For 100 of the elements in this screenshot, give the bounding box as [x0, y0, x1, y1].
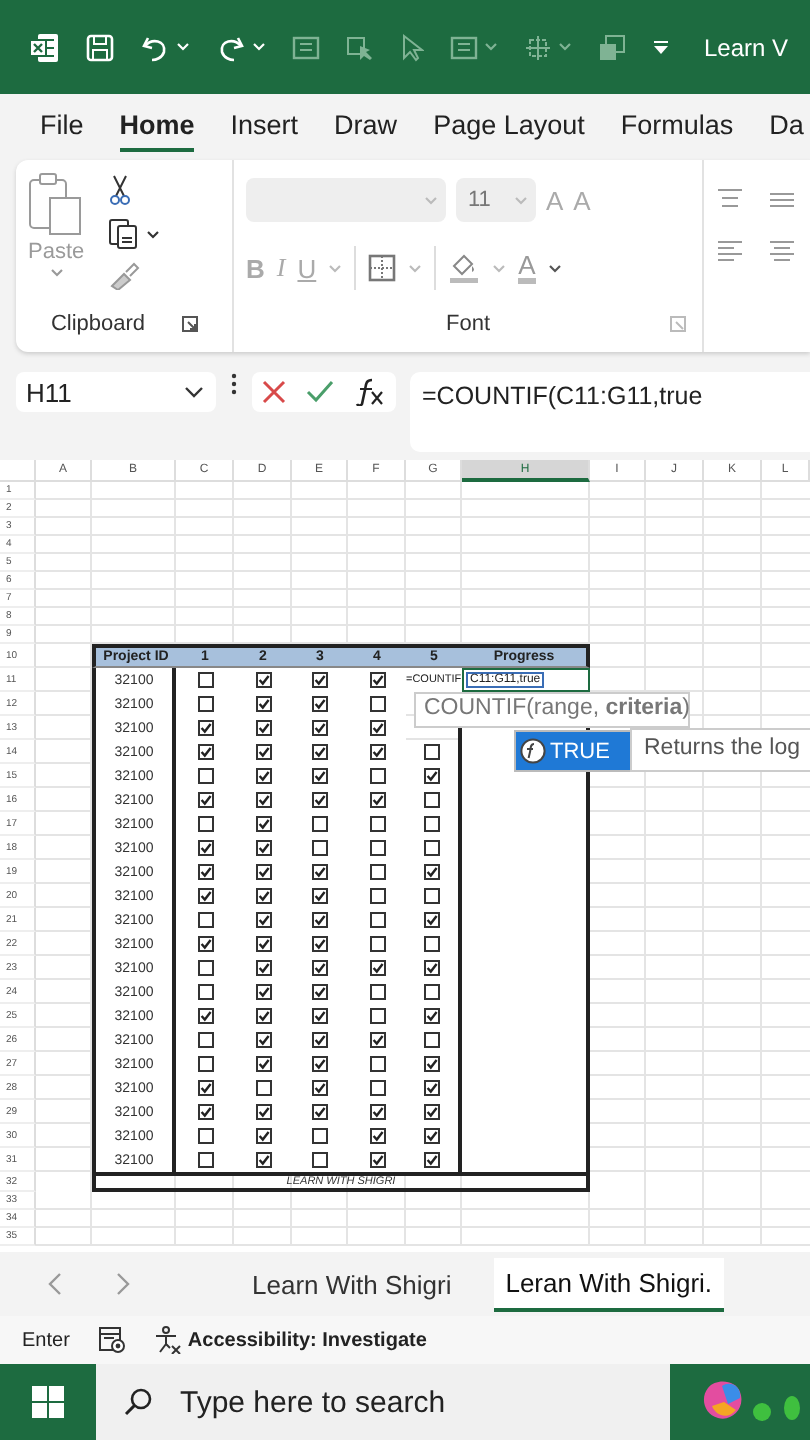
checkbox[interactable]	[312, 888, 328, 904]
checkbox[interactable]	[255, 696, 271, 712]
checkbox[interactable]	[424, 864, 440, 880]
checkbox[interactable]	[312, 984, 328, 1000]
checkbox[interactable]	[424, 912, 440, 928]
checkbox[interactable]	[369, 672, 385, 688]
checkbox[interactable]	[424, 1080, 440, 1096]
save-icon[interactable]	[86, 33, 114, 61]
enter-icon[interactable]	[306, 380, 334, 404]
checkbox[interactable]	[255, 1056, 271, 1072]
checkbox[interactable]	[312, 1128, 328, 1144]
checkbox[interactable]	[197, 1032, 213, 1048]
checkbox[interactable]	[369, 984, 385, 1000]
checkbox[interactable]	[369, 888, 385, 904]
colorful-app-icon[interactable]	[700, 1380, 800, 1424]
checkbox[interactable]	[312, 720, 328, 736]
checkbox[interactable]	[424, 1128, 440, 1144]
checkbox[interactable]	[197, 720, 213, 736]
search-field[interactable]: Type here to search	[96, 1364, 670, 1440]
checkbox[interactable]	[312, 936, 328, 952]
checkbox[interactable]	[197, 888, 213, 904]
cancel-icon[interactable]	[262, 380, 286, 404]
ribbon-tab[interactable]: Page Layout	[433, 102, 585, 152]
ribbon-tab[interactable]: Da	[769, 102, 804, 152]
ribbon-tab[interactable]: File	[40, 102, 84, 152]
checkbox[interactable]	[255, 960, 271, 976]
ribbon-tab[interactable]: Insert	[230, 102, 299, 152]
insert-function-icon[interactable]	[354, 378, 386, 406]
redo-icon[interactable]	[216, 33, 246, 61]
checkbox[interactable]	[424, 1008, 440, 1024]
checkbox[interactable]	[369, 1080, 385, 1096]
checkbox[interactable]	[255, 792, 271, 808]
checkbox[interactable]	[197, 744, 213, 760]
checkbox[interactable]	[369, 912, 385, 928]
checkbox[interactable]	[197, 672, 213, 688]
checkbox[interactable]	[197, 792, 213, 808]
checkbox[interactable]	[255, 1128, 271, 1144]
checkbox[interactable]	[197, 960, 213, 976]
checkbox[interactable]	[197, 696, 213, 712]
checkbox[interactable]	[197, 1152, 213, 1168]
undo-icon[interactable]	[140, 33, 170, 61]
previous-sheet-icon[interactable]	[48, 1272, 64, 1296]
checkbox[interactable]	[312, 1080, 328, 1096]
checkbox[interactable]	[369, 720, 385, 736]
select-objects-icon[interactable]	[346, 33, 374, 61]
checkbox[interactable]	[369, 1152, 385, 1168]
checkbox[interactable]	[197, 912, 213, 928]
checkbox[interactable]	[197, 936, 213, 952]
ribbon-tab[interactable]: Home	[119, 102, 195, 152]
checkbox[interactable]	[312, 1032, 328, 1048]
checkbox[interactable]	[255, 912, 271, 928]
next-sheet-icon[interactable]	[114, 1272, 130, 1296]
checkbox[interactable]	[197, 1104, 213, 1120]
checkbox[interactable]	[312, 840, 328, 856]
checkbox[interactable]	[369, 936, 385, 952]
checkbox[interactable]	[369, 840, 385, 856]
checkbox[interactable]	[255, 984, 271, 1000]
bring-forward-icon[interactable]	[598, 33, 626, 61]
more-options-icon[interactable]	[230, 372, 238, 396]
ribbon-tab[interactable]: Formulas	[620, 102, 734, 152]
checkbox[interactable]	[424, 984, 440, 1000]
pointer-icon[interactable]	[400, 33, 424, 61]
checkbox[interactable]	[424, 1056, 440, 1072]
checkbox[interactable]	[255, 936, 271, 952]
formula-field[interactable]: =COUNTIF(C11:G11,true	[410, 372, 810, 452]
checkbox[interactable]	[369, 696, 385, 712]
checkbox[interactable]	[369, 1128, 385, 1144]
group-icon[interactable]	[524, 33, 552, 61]
checkbox[interactable]	[197, 1008, 213, 1024]
checkbox[interactable]	[197, 816, 213, 832]
checkbox[interactable]	[312, 912, 328, 928]
checkbox[interactable]	[197, 840, 213, 856]
checkbox[interactable]	[369, 1032, 385, 1048]
checkbox[interactable]	[255, 720, 271, 736]
checkbox[interactable]	[312, 696, 328, 712]
checkbox[interactable]	[197, 1080, 213, 1096]
checkbox[interactable]	[255, 1080, 271, 1096]
checkbox[interactable]	[424, 768, 440, 784]
name-box[interactable]: H11	[16, 372, 216, 412]
checkbox[interactable]	[369, 1056, 385, 1072]
checkbox[interactable]	[424, 936, 440, 952]
checkbox[interactable]	[255, 768, 271, 784]
checkbox[interactable]	[197, 864, 213, 880]
checkbox[interactable]	[255, 744, 271, 760]
checkbox[interactable]	[312, 744, 328, 760]
checkbox[interactable]	[424, 960, 440, 976]
checkbox[interactable]	[312, 768, 328, 784]
checkbox[interactable]	[369, 864, 385, 880]
windows-logo-icon[interactable]	[32, 1386, 64, 1418]
checkbox[interactable]	[197, 1128, 213, 1144]
checkbox[interactable]	[424, 816, 440, 832]
checkbox[interactable]	[197, 1056, 213, 1072]
chevron-icon[interactable]	[184, 386, 204, 398]
sheet-tab[interactable]: Leran With Shigri.	[493, 1257, 725, 1311]
accessibility-button[interactable]: Accessibility: Investigate	[153, 1326, 427, 1354]
checkbox[interactable]	[369, 1104, 385, 1120]
checkbox[interactable]	[255, 1152, 271, 1168]
checkbox[interactable]	[255, 864, 271, 880]
checkbox[interactable]	[369, 1008, 385, 1024]
checkbox[interactable]	[197, 984, 213, 1000]
